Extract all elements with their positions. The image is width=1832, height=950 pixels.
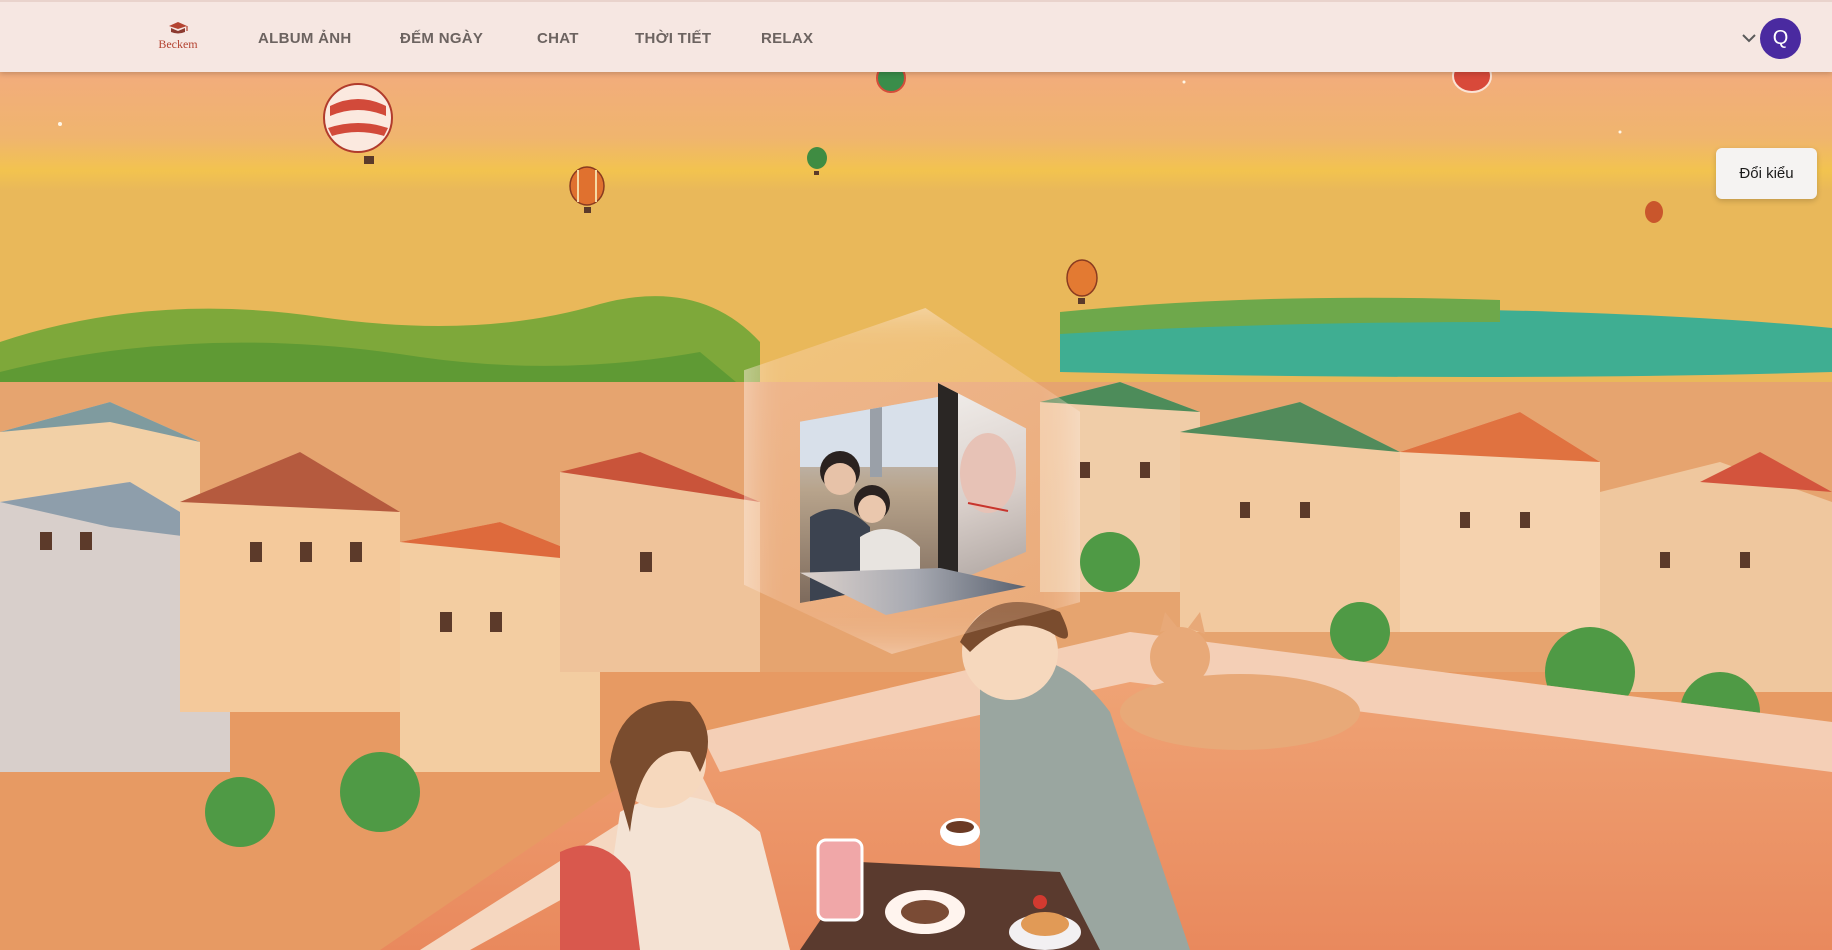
user-avatar[interactable]: Q [1760, 18, 1801, 59]
star-icon [58, 122, 62, 126]
nav-thoi-tiet[interactable]: THỜI TIẾT [635, 30, 711, 47]
photo-face-side [938, 383, 1026, 589]
balloon-icon [876, 72, 906, 93]
background-illustration: Đổi kiểu [0, 72, 1832, 950]
top-navbar: Beckem ALBUM ẢNH ĐẾM NGÀY CHAT THỜI TIẾT… [0, 0, 1832, 72]
nav-album-anh[interactable]: ALBUM ẢNH [258, 30, 352, 47]
logo-icon [169, 22, 188, 34]
site-logo[interactable]: Beckem [150, 20, 206, 60]
balloon-icon [1645, 201, 1663, 223]
nav-dem-ngay[interactable]: ĐẾM NGÀY [400, 30, 483, 47]
star-icon [1618, 130, 1622, 134]
star-icon [1182, 80, 1186, 84]
logo-text: Beckem [158, 37, 198, 51]
nav-relax[interactable]: RELAX [761, 30, 813, 47]
photo-cube[interactable] [800, 383, 1026, 615]
nav-chat[interactable]: CHAT [537, 30, 579, 47]
switch-style-button[interactable]: Đổi kiểu [1716, 148, 1817, 199]
chevron-down-icon[interactable] [1740, 30, 1758, 46]
hands-photo-image [938, 383, 1016, 589]
